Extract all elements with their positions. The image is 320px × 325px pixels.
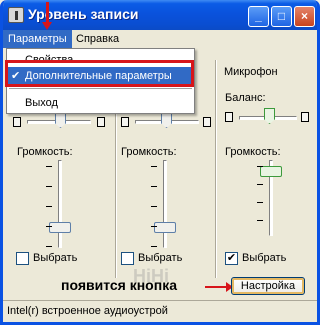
red-pointer-arrow xyxy=(42,2,52,30)
red-annotation-arrow xyxy=(205,282,233,292)
select-label: Выбрать xyxy=(138,252,183,264)
balance-label: Баланс: xyxy=(225,92,266,104)
slider-tick xyxy=(151,206,157,207)
volume-slider-track[interactable] xyxy=(58,160,62,248)
slider-tick xyxy=(257,202,263,203)
slider-tick xyxy=(46,166,52,167)
select-checkbox[interactable] xyxy=(121,252,134,265)
settings-button[interactable]: Настройка xyxy=(231,277,305,295)
volume-label: Громкость: xyxy=(121,146,177,158)
slider-tick xyxy=(151,226,157,227)
menu-help[interactable]: Справка xyxy=(71,30,124,48)
window-title: Уровень записи xyxy=(28,6,139,22)
speaker-right-icon xyxy=(203,117,211,127)
maximize-button[interactable]: □ xyxy=(271,6,292,27)
minimize-button[interactable]: _ xyxy=(248,6,269,27)
recording-level-window: Уровень записи _ □ × Параметры Справка М… xyxy=(0,0,320,325)
slider-tick xyxy=(257,184,263,185)
volume-slider-thumb[interactable] xyxy=(154,222,176,233)
speaker-left-icon xyxy=(121,117,129,127)
close-button[interactable]: × xyxy=(294,6,315,27)
volume-slider-track[interactable] xyxy=(163,160,167,248)
slider-tick xyxy=(151,246,157,247)
speaker-right-icon xyxy=(97,117,105,127)
column-title-microphone: Микрофон xyxy=(224,66,278,78)
volume-label: Громкость: xyxy=(225,146,281,158)
menu-bar: Параметры Справка xyxy=(3,30,317,48)
slider-tick xyxy=(46,226,52,227)
red-highlight-box xyxy=(5,60,194,87)
slider-tick xyxy=(46,206,52,207)
select-label: Выбрать xyxy=(242,252,287,264)
slider-tick xyxy=(257,166,263,167)
title-bar[interactable]: Уровень записи _ □ × xyxy=(3,0,317,30)
select-checkbox[interactable] xyxy=(16,252,29,265)
menu-item-exit[interactable]: Выход xyxy=(7,94,194,112)
speaker-left-icon xyxy=(225,112,233,122)
slider-tick xyxy=(151,186,157,187)
select-label: Выбрать xyxy=(33,252,78,264)
slider-tick xyxy=(257,220,263,221)
slider-tick xyxy=(151,166,157,167)
volume-slider-thumb[interactable] xyxy=(260,166,282,177)
select-checkbox-checked[interactable]: ✔ xyxy=(225,252,238,265)
speaker-left-icon xyxy=(13,117,21,127)
volume-slider-thumb[interactable] xyxy=(49,222,71,233)
app-icon xyxy=(8,7,24,23)
column-separator xyxy=(215,60,217,278)
status-bar: Intel(r) встроенное аудиоустрой xyxy=(3,300,317,322)
slider-tick xyxy=(46,186,52,187)
menu-parameters[interactable]: Параметры xyxy=(3,30,72,48)
menu-separator xyxy=(9,88,192,89)
annotation-text: появится кнопка xyxy=(61,277,177,293)
slider-tick xyxy=(46,246,52,247)
speaker-right-icon xyxy=(301,112,309,122)
volume-label: Громкость: xyxy=(17,146,73,158)
